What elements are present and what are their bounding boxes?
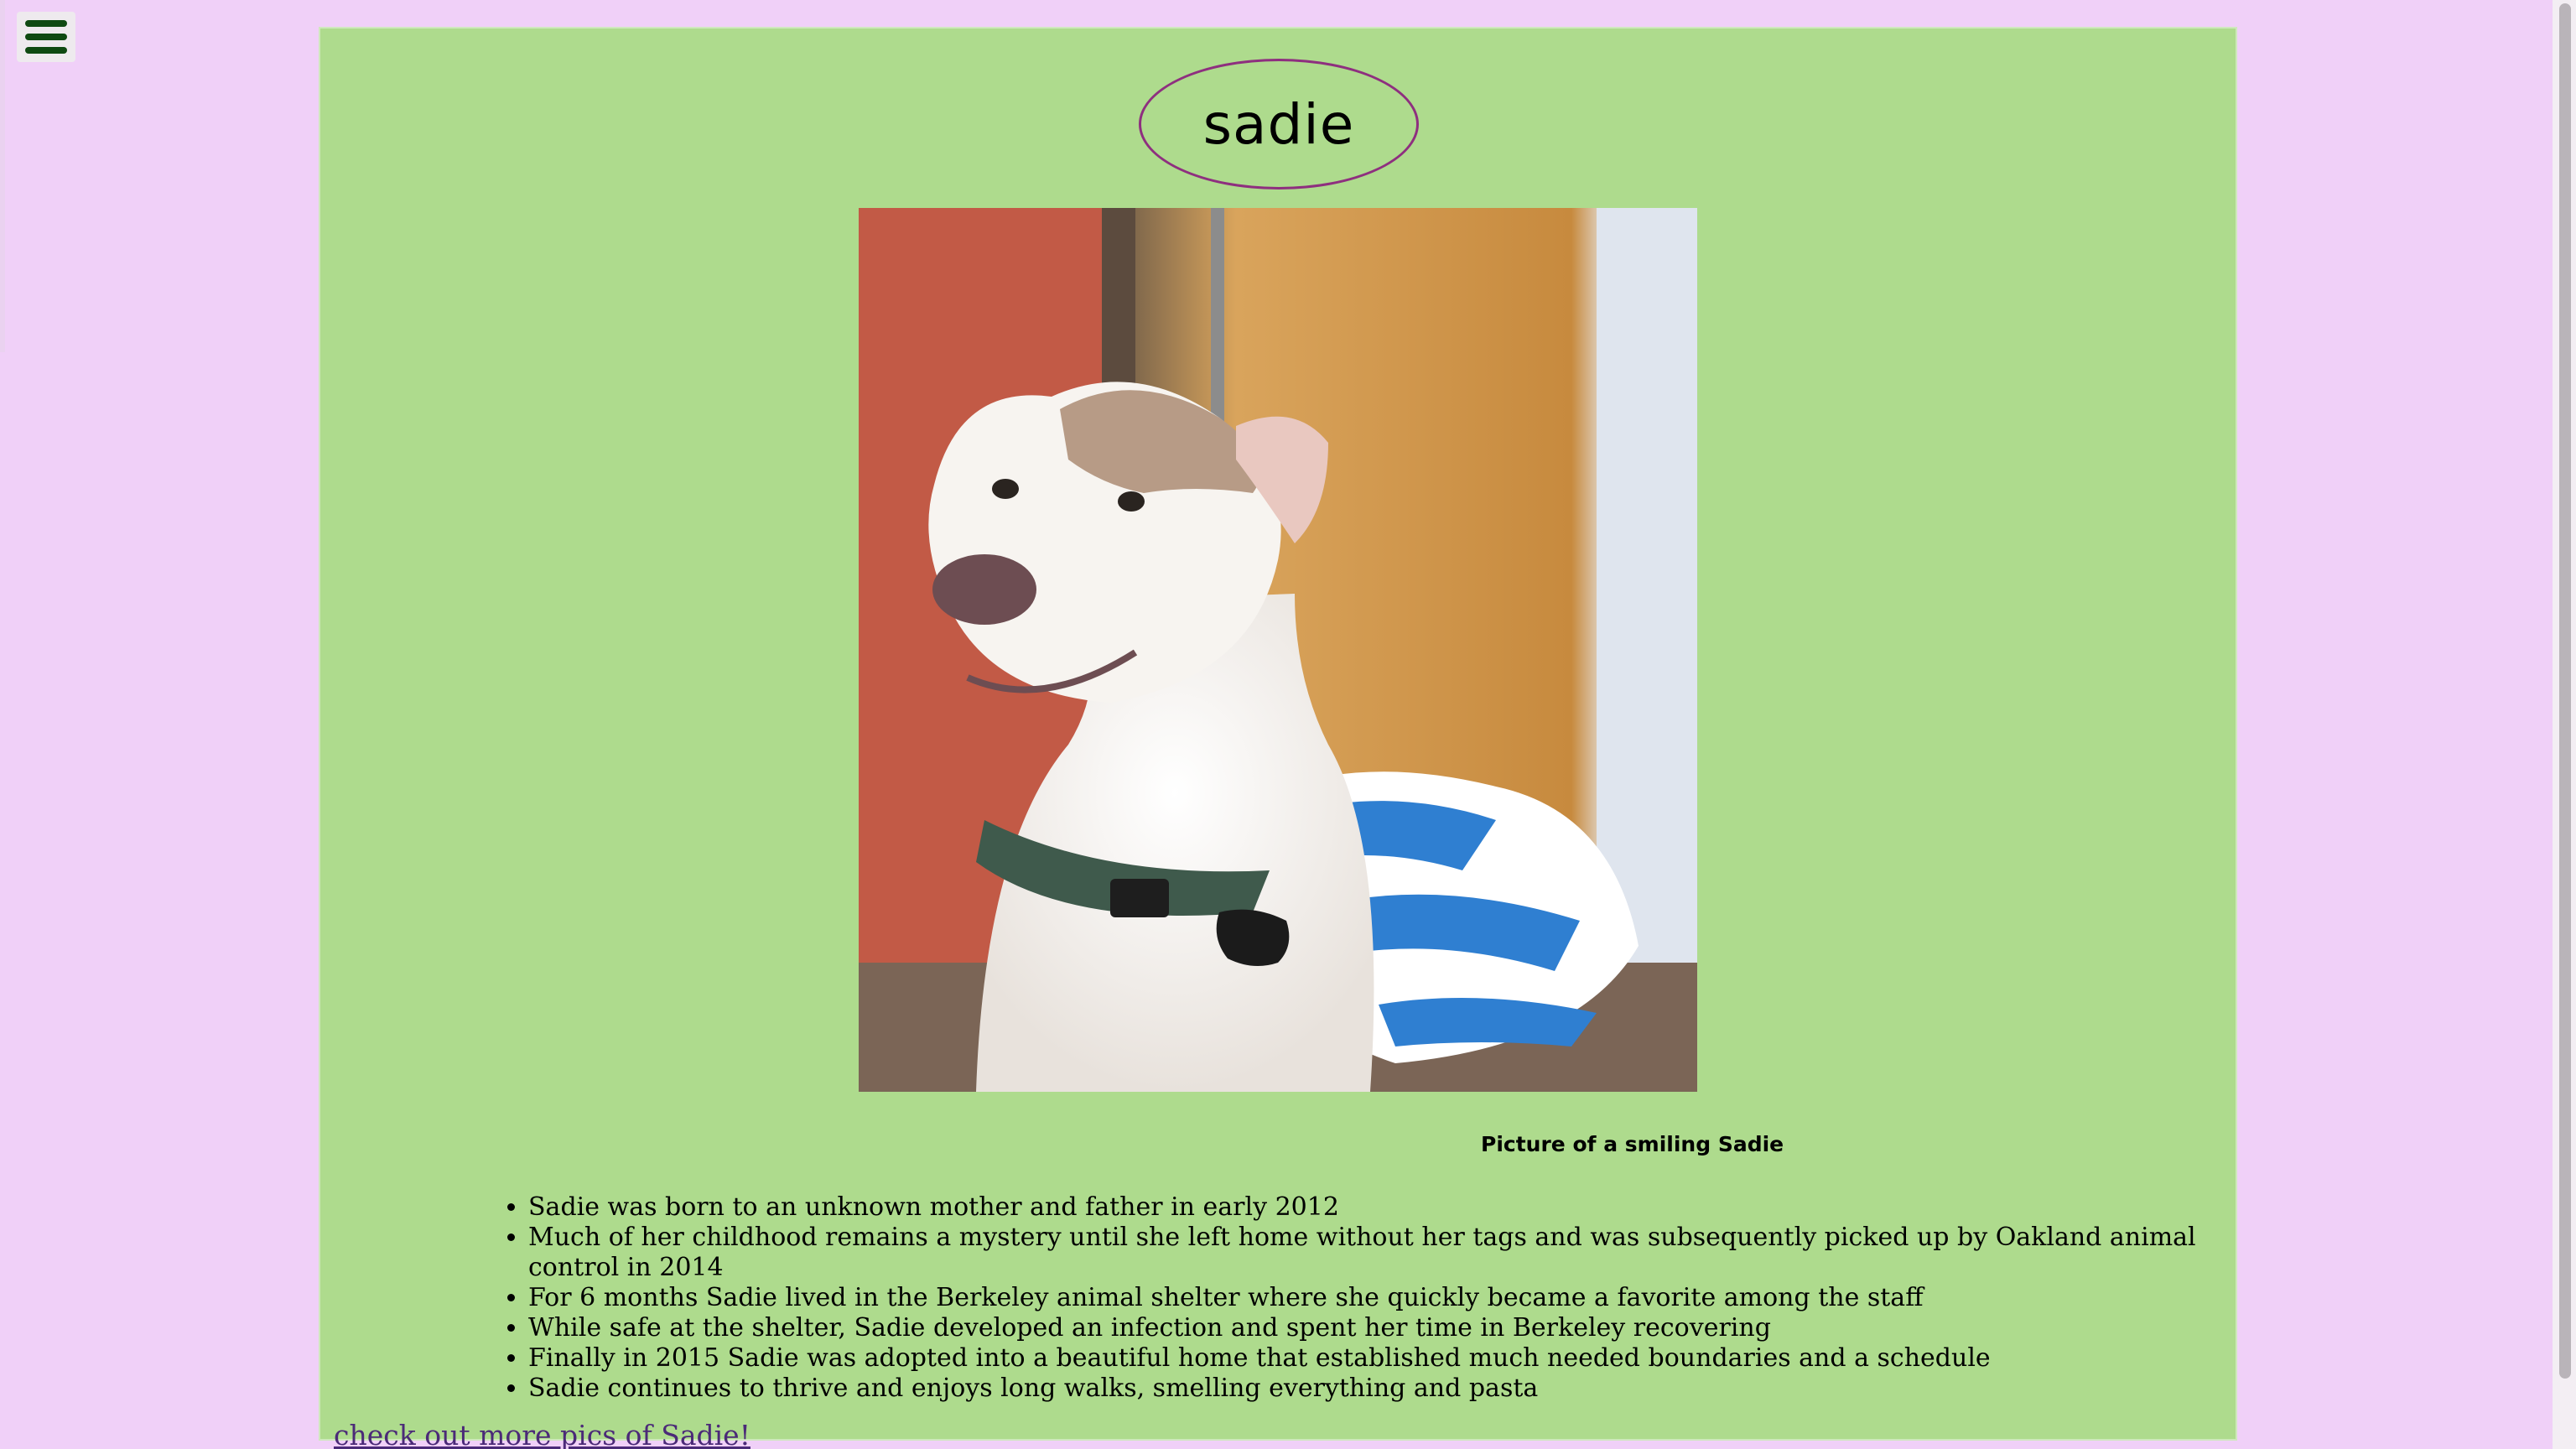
image-caption: Picture of a smiling Sadie <box>1481 1132 1784 1156</box>
facts-list: Sadie was born to an unknown mother and … <box>498 1192 2236 1404</box>
hamburger-menu-icon[interactable] <box>17 12 75 62</box>
list-item: Sadie was born to an unknown mother and … <box>528 1192 2236 1223</box>
list-item: Finally in 2015 Sadie was adopted into a… <box>528 1343 2236 1374</box>
dog-photo <box>859 208 1697 1092</box>
page-edge <box>0 0 5 352</box>
menu-bar <box>25 47 67 54</box>
page-title: sadie <box>1202 91 1355 157</box>
menu-bar <box>25 34 67 40</box>
content-card: sadie Picture of a smiling Sadie • Sadie… <box>319 27 2237 1449</box>
list-item: For 6 months Sadie lived in the Berkeley… <box>528 1283 2236 1313</box>
vertical-scrollbar[interactable] <box>2553 0 2576 1449</box>
list-item: Much of her childhood remains a mystery … <box>528 1223 2236 1283</box>
title-oval: sadie <box>1139 59 1419 190</box>
list-item: Sadie continues to thrive and enjoys lon… <box>528 1374 2236 1404</box>
scrollbar-thumb[interactable] <box>2559 3 2571 1379</box>
more-pics-link[interactable]: check out more pics of Sadie! <box>334 1419 750 1449</box>
menu-bar <box>25 20 67 27</box>
list-item: While safe at the shelter, Sadie develop… <box>528 1313 2236 1343</box>
